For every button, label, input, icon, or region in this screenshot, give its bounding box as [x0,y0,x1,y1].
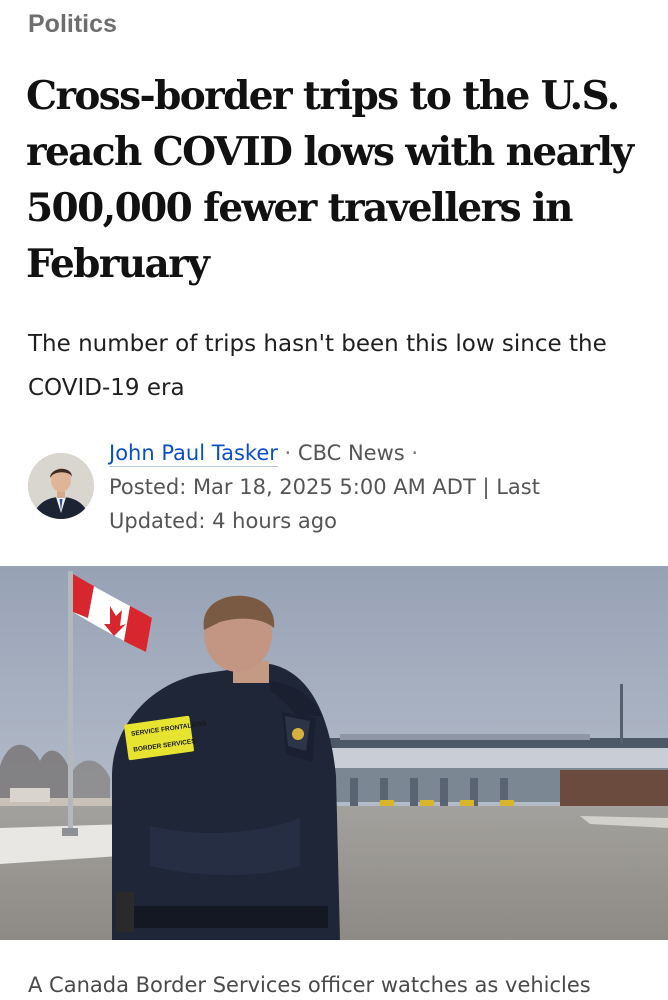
author-avatar[interactable] [28,453,94,519]
byline-separator-2: · [404,441,419,465]
article-headline: Cross-border trips to the U.S. reach COV… [26,73,634,287]
image-caption: A Canada Border Services officer watches… [28,973,591,997]
hero-photo: SERVICE FRONTALIERS BORDER SERVICES [0,566,668,940]
byline-outlet: CBC News [297,441,405,465]
posted-timestamp: Posted: Mar 18, 2025 5:00 AM ADT [109,475,476,499]
section-label[interactable]: Politics [28,10,117,39]
author-headshot-icon [28,453,94,519]
author-link[interactable]: John Paul Tasker [109,441,278,467]
light-pole [620,684,623,744]
border-station [320,734,668,810]
byline-text: John Paul Tasker · CBC News · Posted: Ma… [109,436,629,538]
timestamp-divider: | [475,475,497,499]
article-deck: The number of trips hasn't been this low… [28,331,607,401]
byline: John Paul Tasker · CBC News · Posted: Ma… [28,436,648,540]
byline-separator: · [277,441,298,465]
hero-image: SERVICE FRONTALIERS BORDER SERVICES [0,566,668,940]
